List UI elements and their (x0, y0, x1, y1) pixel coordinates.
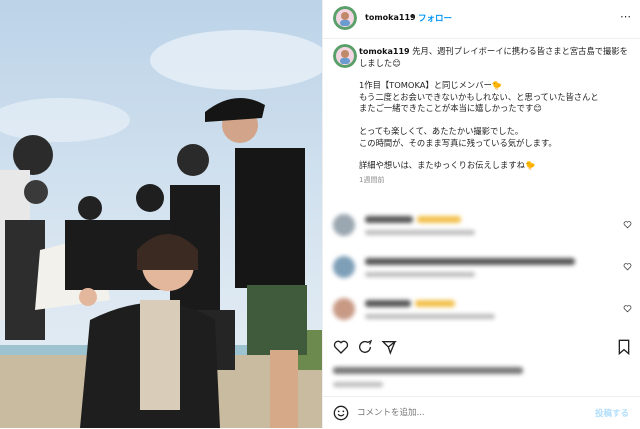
post-photo[interactable] (0, 0, 322, 428)
heart-icon[interactable] (623, 304, 632, 313)
commenter-avatar (333, 298, 355, 320)
comment-input[interactable] (357, 405, 577, 421)
post-side-panel: tomoka119 • フォロー ⋯ tomoka119 先月、週刊プレイボーイ… (322, 0, 640, 428)
post-actions (323, 333, 640, 363)
group-photo-illustration (0, 0, 322, 428)
header-separator: • (410, 12, 415, 21)
author-username[interactable]: tomoka119 (365, 13, 416, 22)
author-avatar-image (333, 6, 357, 30)
post-caption: tomoka119 先月、週刊プレイボーイに携わる皆さまと宮古島で撮影をしました… (359, 46, 634, 186)
comment-icon[interactable] (357, 339, 373, 355)
post-time: 1週間前 (359, 175, 385, 184)
bookmark-icon[interactable] (617, 339, 631, 355)
heart-icon[interactable] (623, 220, 632, 229)
comment-emoji-blurred (415, 300, 455, 307)
comment-item (323, 292, 640, 328)
comment-text-blurred (365, 216, 413, 223)
comment-item (323, 208, 640, 244)
comment-text-blurred (365, 300, 411, 307)
comment-bar: 投稿する (323, 396, 640, 429)
caption-avatar-image (333, 44, 357, 68)
caption-paragraph-4: 詳細や想いは、またゆっくりお伝えしますね🐤 (359, 160, 536, 171)
comment-text-blurred (365, 258, 575, 265)
commenter-avatar (333, 214, 355, 236)
caption-avatar[interactable] (333, 44, 357, 68)
post-comment-button[interactable]: 投稿する (595, 407, 629, 419)
comment-item (323, 250, 640, 286)
comment-meta-blurred (365, 314, 495, 319)
comment-emoji-blurred (417, 216, 461, 223)
emoji-icon[interactable] (333, 405, 349, 421)
caption-username[interactable]: tomoka119 (359, 47, 410, 56)
post-date-blurred (333, 382, 383, 387)
follow-button[interactable]: フォロー (418, 12, 452, 24)
caption-paragraph-2: 1作目【TOMOKA】と同じメンバー🐤 もう二度とお会いできないかもしれない、と… (359, 80, 599, 114)
comment-meta-blurred (365, 272, 475, 277)
likes-info-blurred (333, 367, 523, 374)
commenter-avatar (333, 256, 355, 278)
post-header: tomoka119 • フォロー ⋯ (323, 0, 640, 39)
caption-paragraph-3: とっても楽しくて、あたたかい撮影でした。 この時間が、そのまま写真に残っている気… (359, 125, 557, 148)
like-heart-icon[interactable] (333, 339, 349, 355)
heart-icon[interactable] (623, 262, 632, 271)
author-avatar[interactable] (333, 6, 357, 30)
more-options-icon[interactable]: ⋯ (620, 10, 631, 23)
comment-meta-blurred (365, 230, 475, 235)
share-icon[interactable] (381, 339, 397, 355)
